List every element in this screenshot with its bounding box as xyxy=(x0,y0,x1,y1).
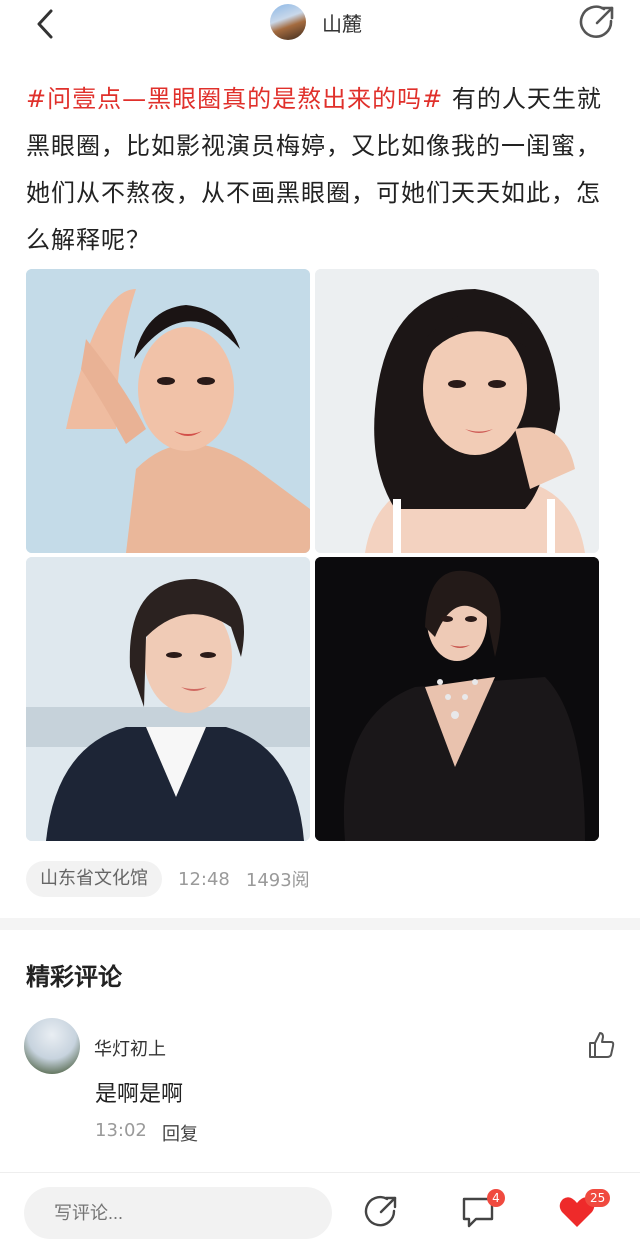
thumbs-up-icon xyxy=(589,1032,615,1058)
post-time: 12:48 xyxy=(178,868,230,890)
bottom-action-bar: 4 25 xyxy=(0,1172,640,1258)
like-count-badge: 25 xyxy=(585,1189,611,1207)
commenter-name[interactable]: 华灯初上 xyxy=(94,1035,166,1061)
post-image-1[interactable] xyxy=(26,269,310,553)
comment-text: 是啊是啊 xyxy=(95,1082,184,1107)
post-hashtag[interactable]: #问壹点—黑眼圈真的是熬出来的吗# xyxy=(26,85,443,113)
view-count: 1493阅 xyxy=(245,870,310,891)
commenter-avatar[interactable] xyxy=(24,1018,80,1074)
comment-item: 华灯初上 是啊是啊 13:02 回复 xyxy=(24,1018,624,1148)
share-action-button[interactable] xyxy=(364,1195,398,1229)
back-button[interactable] xyxy=(26,4,66,44)
author-name[interactable]: 山麓 xyxy=(322,8,362,37)
share-icon xyxy=(579,5,614,38)
post-image-3[interactable] xyxy=(26,557,310,841)
top-bar: 山麓 xyxy=(0,0,640,50)
back-icon xyxy=(37,9,53,39)
comment-like-button[interactable] xyxy=(586,1030,616,1060)
comment-input[interactable] xyxy=(24,1187,332,1239)
source-tag[interactable]: 山东省文化馆 xyxy=(26,861,162,897)
comments-section-title: 精彩评论 xyxy=(26,963,122,991)
post-image-4[interactable] xyxy=(315,557,599,841)
share-button[interactable] xyxy=(578,4,616,42)
share-icon xyxy=(364,1195,397,1227)
post-text: #问壹点—黑眼圈真的是熬出来的吗# 有的人天生就黑眼圈，比如影视演员梅婷，又比如… xyxy=(26,76,614,264)
comment-time: 13:02 xyxy=(95,1120,147,1141)
comment-reply-button[interactable]: 回复 xyxy=(162,1120,198,1146)
author-avatar[interactable] xyxy=(270,4,306,40)
comment-count-badge: 4 xyxy=(487,1189,505,1207)
image-grid xyxy=(26,269,599,841)
post-meta: 山东省文化馆 12:48 1493阅 xyxy=(26,861,310,897)
author-link[interactable]: 山麓 xyxy=(270,2,362,42)
section-divider xyxy=(0,918,640,930)
post-image-2[interactable] xyxy=(315,269,599,553)
